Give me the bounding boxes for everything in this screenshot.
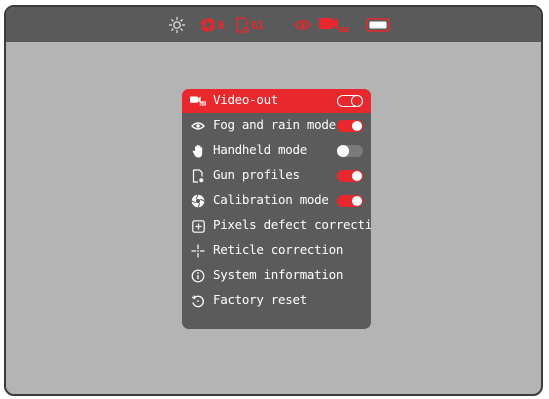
reset-icon xyxy=(190,293,206,309)
menu-item-label: Video-out xyxy=(213,92,279,107)
fog-and-rain-toggle[interactable] xyxy=(337,120,363,132)
calibration-toggle[interactable] xyxy=(337,195,363,207)
video-out-toggle[interactable] xyxy=(337,94,363,107)
menu-item-label: Handheld mode xyxy=(213,142,307,157)
plus-square-icon xyxy=(190,218,206,234)
svg-text:OUT: OUT xyxy=(339,28,348,34)
menu-item-system-information[interactable]: System information xyxy=(182,264,371,288)
gun-profile-icon xyxy=(236,17,249,33)
menu-item-label: System information xyxy=(213,267,344,282)
settings-menu: OUT Video-out Fog and rain mode Handheld… xyxy=(182,89,371,329)
menu-item-video-out[interactable]: OUT Video-out xyxy=(182,89,371,113)
calibration-icon xyxy=(200,17,216,33)
menu-item-fog-and-rain-mode[interactable]: Fog and rain mode xyxy=(182,114,371,138)
fog-mode-icon xyxy=(294,15,312,35)
menu-item-label: Calibration mode xyxy=(213,192,329,207)
menu-item-factory-reset[interactable]: Factory reset xyxy=(182,289,371,313)
svg-text:OUT: OUT xyxy=(200,102,206,106)
gun-profiles-toggle[interactable] xyxy=(337,170,363,182)
menu-item-label: Reticle correction xyxy=(213,242,344,257)
menu-item-label: Factory reset xyxy=(213,292,307,307)
menu-item-gun-profiles[interactable]: Gun profiles xyxy=(182,164,371,188)
eye-icon xyxy=(190,118,206,134)
aperture-icon xyxy=(190,193,206,209)
menu-item-handheld-mode[interactable]: Handheld mode xyxy=(182,139,371,163)
video-out-icon: OUT xyxy=(190,93,206,109)
device-screen: B G1 OUT OUT Video-out Fog and rain mode… xyxy=(4,5,543,396)
handheld-toggle[interactable] xyxy=(337,145,363,157)
menu-item-calibration-mode[interactable]: Calibration mode xyxy=(182,189,371,213)
status-bar: B G1 OUT xyxy=(6,7,541,42)
calibration-label: B xyxy=(218,18,225,32)
menu-item-reticle-correction[interactable]: Reticle correction xyxy=(182,239,371,263)
info-icon xyxy=(190,268,206,284)
menu-item-label: Pixels defect correction xyxy=(213,217,371,232)
video-out-icon: OUT xyxy=(318,15,350,35)
gun-profile-indicator: G1 xyxy=(235,15,264,35)
calibration-indicator: B xyxy=(200,15,225,35)
menu-item-label: Gun profiles xyxy=(213,167,300,182)
gun-profile-icon xyxy=(190,168,206,184)
battery-icon xyxy=(366,15,392,35)
menu-item-label: Fog and rain mode xyxy=(213,117,336,132)
gun-profile-label: G1 xyxy=(251,18,265,32)
hand-icon xyxy=(190,143,206,159)
menu-item-pixels-defect-correction[interactable]: Pixels defect correction xyxy=(182,214,371,238)
brightness-icon xyxy=(168,15,186,35)
crosshair-icon xyxy=(190,243,206,259)
